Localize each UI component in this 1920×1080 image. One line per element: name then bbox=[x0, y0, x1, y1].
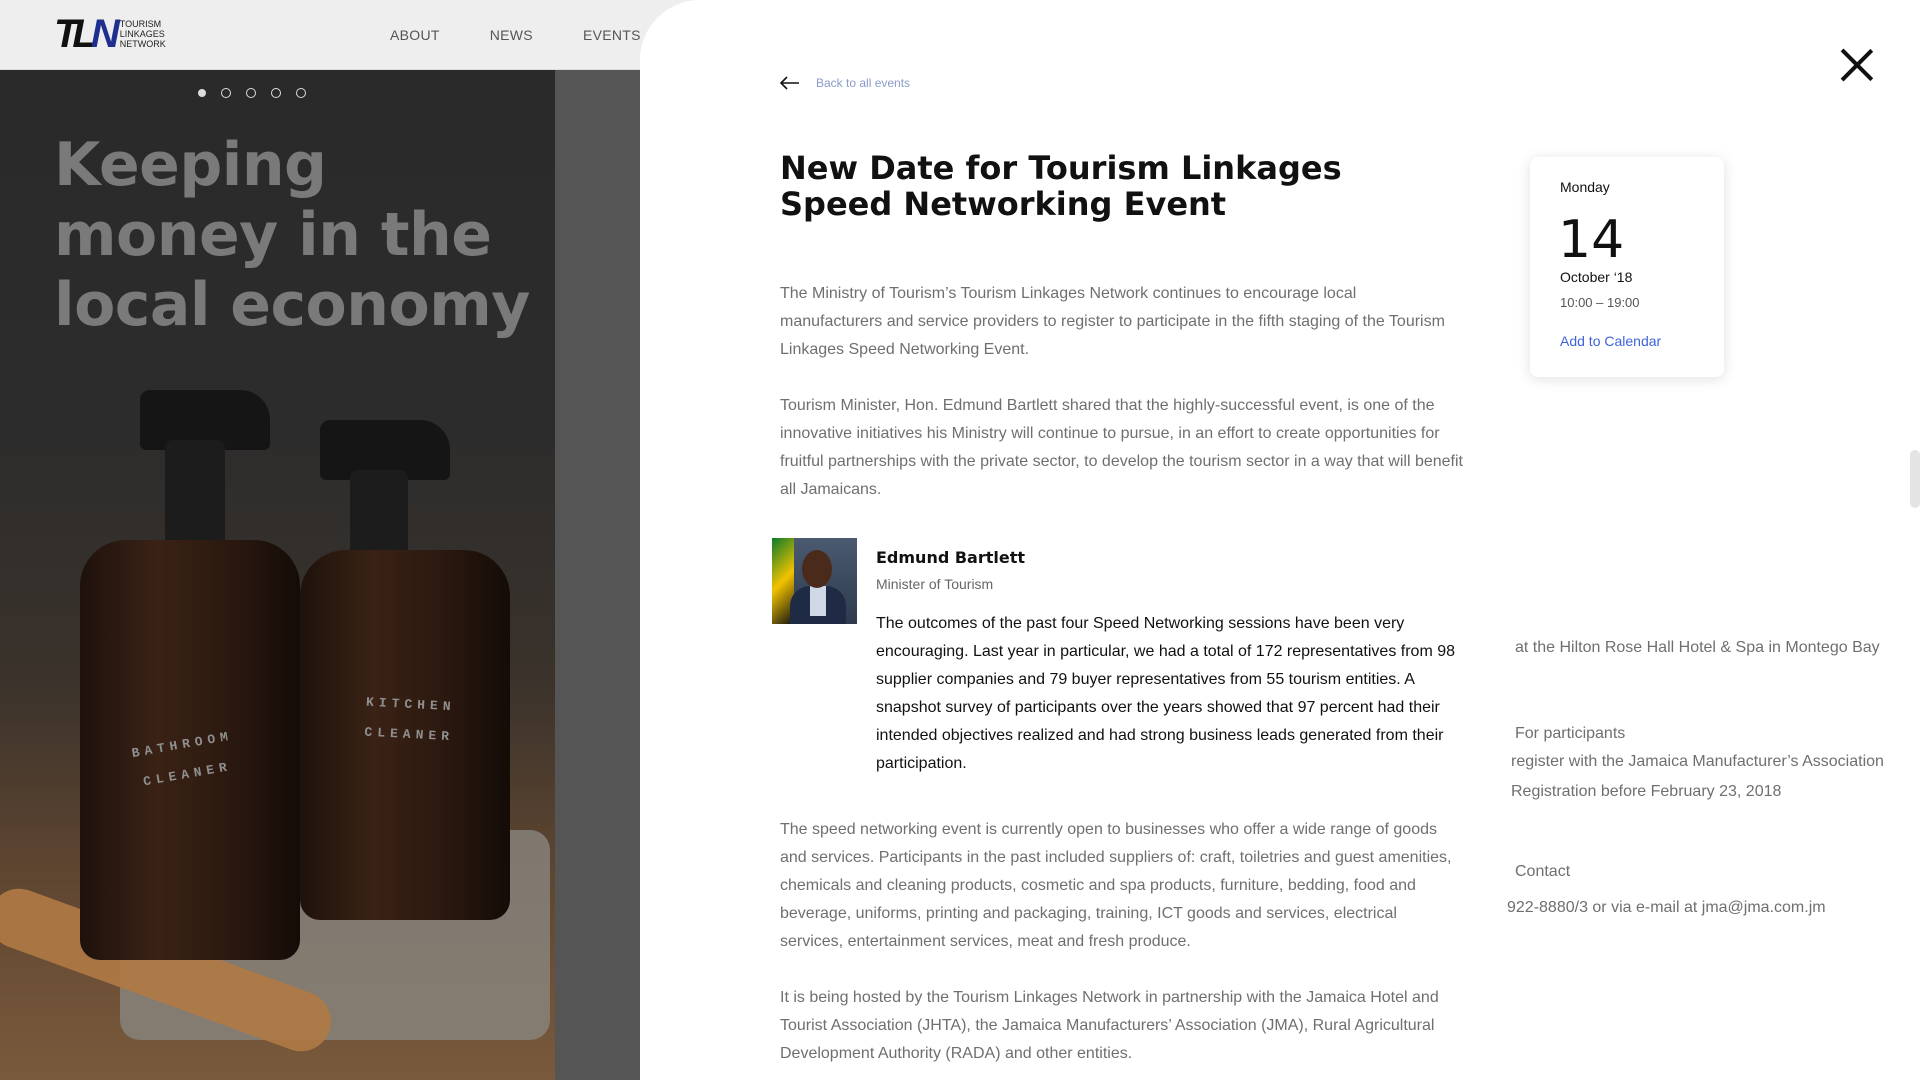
slider-dot[interactable] bbox=[271, 88, 281, 98]
event-venue: at the Hilton Rose Hall Hotel & Spa in M… bbox=[1515, 639, 1880, 656]
bottle-neck-right bbox=[350, 470, 408, 560]
slider-dot[interactable] bbox=[198, 89, 206, 97]
close-icon[interactable] bbox=[1840, 48, 1874, 82]
arrow-left-icon bbox=[780, 76, 800, 90]
event-weekday: Monday bbox=[1560, 179, 1610, 195]
slider-dot[interactable] bbox=[246, 88, 256, 98]
hero-headline: Keeping money in the local economy bbox=[54, 130, 530, 340]
event-date-card: Monday 14 October ‘18 10:00 – 19:00 Add … bbox=[1530, 157, 1724, 377]
top-nav: ABOUT NEWS EVENTS bbox=[390, 27, 641, 43]
event-paragraph: The speed networking event is currently … bbox=[780, 821, 1452, 950]
logo-mark-a: TL bbox=[54, 12, 97, 56]
back-link-label: Back to all events bbox=[816, 76, 911, 90]
logo-line: TOURISM bbox=[119, 19, 162, 29]
event-paragraph: The Ministry of Tourism’s Tourism Linkag… bbox=[780, 285, 1445, 358]
event-paragraph: Tourism Minister, Hon. Edmund Bartlett s… bbox=[780, 397, 1463, 498]
logo-wordmark: TOURISM LINKAGES NETWORK bbox=[120, 19, 166, 49]
bottle-label-kitchen: KITCHEN CLEANER bbox=[364, 694, 456, 745]
contact-heading: Contact bbox=[1515, 863, 1571, 880]
logo-line: LINKAGES bbox=[119, 29, 165, 39]
participants-deadline: Registration before February 23, 2018 bbox=[1511, 783, 1782, 800]
quote-author-name: Edmund Bartlett bbox=[876, 548, 1026, 567]
participants-heading: For participants bbox=[1515, 725, 1626, 742]
back-to-events-link[interactable]: Back to all events bbox=[780, 76, 910, 90]
event-time: 10:00 – 19:00 bbox=[1560, 295, 1640, 310]
event-month-year: October ‘18 bbox=[1560, 269, 1633, 285]
slider-dots bbox=[198, 88, 306, 98]
nav-events[interactable]: EVENTS bbox=[583, 27, 641, 43]
nav-about[interactable]: ABOUT bbox=[390, 27, 440, 43]
event-paragraph: It is being hosted by the Tourism Linkag… bbox=[780, 989, 1439, 1062]
minister-photo bbox=[772, 538, 857, 624]
add-to-calendar-link[interactable]: Add to Calendar bbox=[1560, 333, 1661, 349]
logo-line: NETWORK bbox=[119, 39, 166, 49]
quote-text: The outcomes of the past four Speed Netw… bbox=[876, 615, 1456, 772]
quote-author-role: Minister of Tourism bbox=[876, 576, 994, 592]
event-title: New Date for Tourism Linkages Speed Netw… bbox=[780, 149, 1342, 223]
event-day-number: 14 bbox=[1558, 210, 1625, 270]
slider-dot[interactable] bbox=[296, 88, 306, 98]
hero-overlay-strip bbox=[555, 70, 645, 1080]
scrollbar-thumb[interactable] bbox=[1910, 450, 1920, 508]
slider-dot[interactable] bbox=[221, 88, 231, 98]
hero-slider: BATHROOM CLEANER KITCHEN CLEANER Keeping… bbox=[0, 70, 555, 1080]
photo-shirt bbox=[810, 586, 826, 616]
logo-mark-b: N bbox=[90, 12, 120, 56]
participants-register: register with the Jamaica Manufacturer’s… bbox=[1511, 753, 1884, 770]
photo-face bbox=[802, 550, 832, 588]
bottle-neck-left bbox=[165, 440, 225, 550]
logo-mark: TLN bbox=[54, 14, 120, 54]
contact-details: 922-8880/3 or via e-mail at jma@jma.com.… bbox=[1507, 899, 1826, 916]
site-logo[interactable]: TLN TOURISM LINKAGES NETWORK bbox=[54, 14, 166, 54]
nav-news[interactable]: NEWS bbox=[490, 27, 533, 43]
